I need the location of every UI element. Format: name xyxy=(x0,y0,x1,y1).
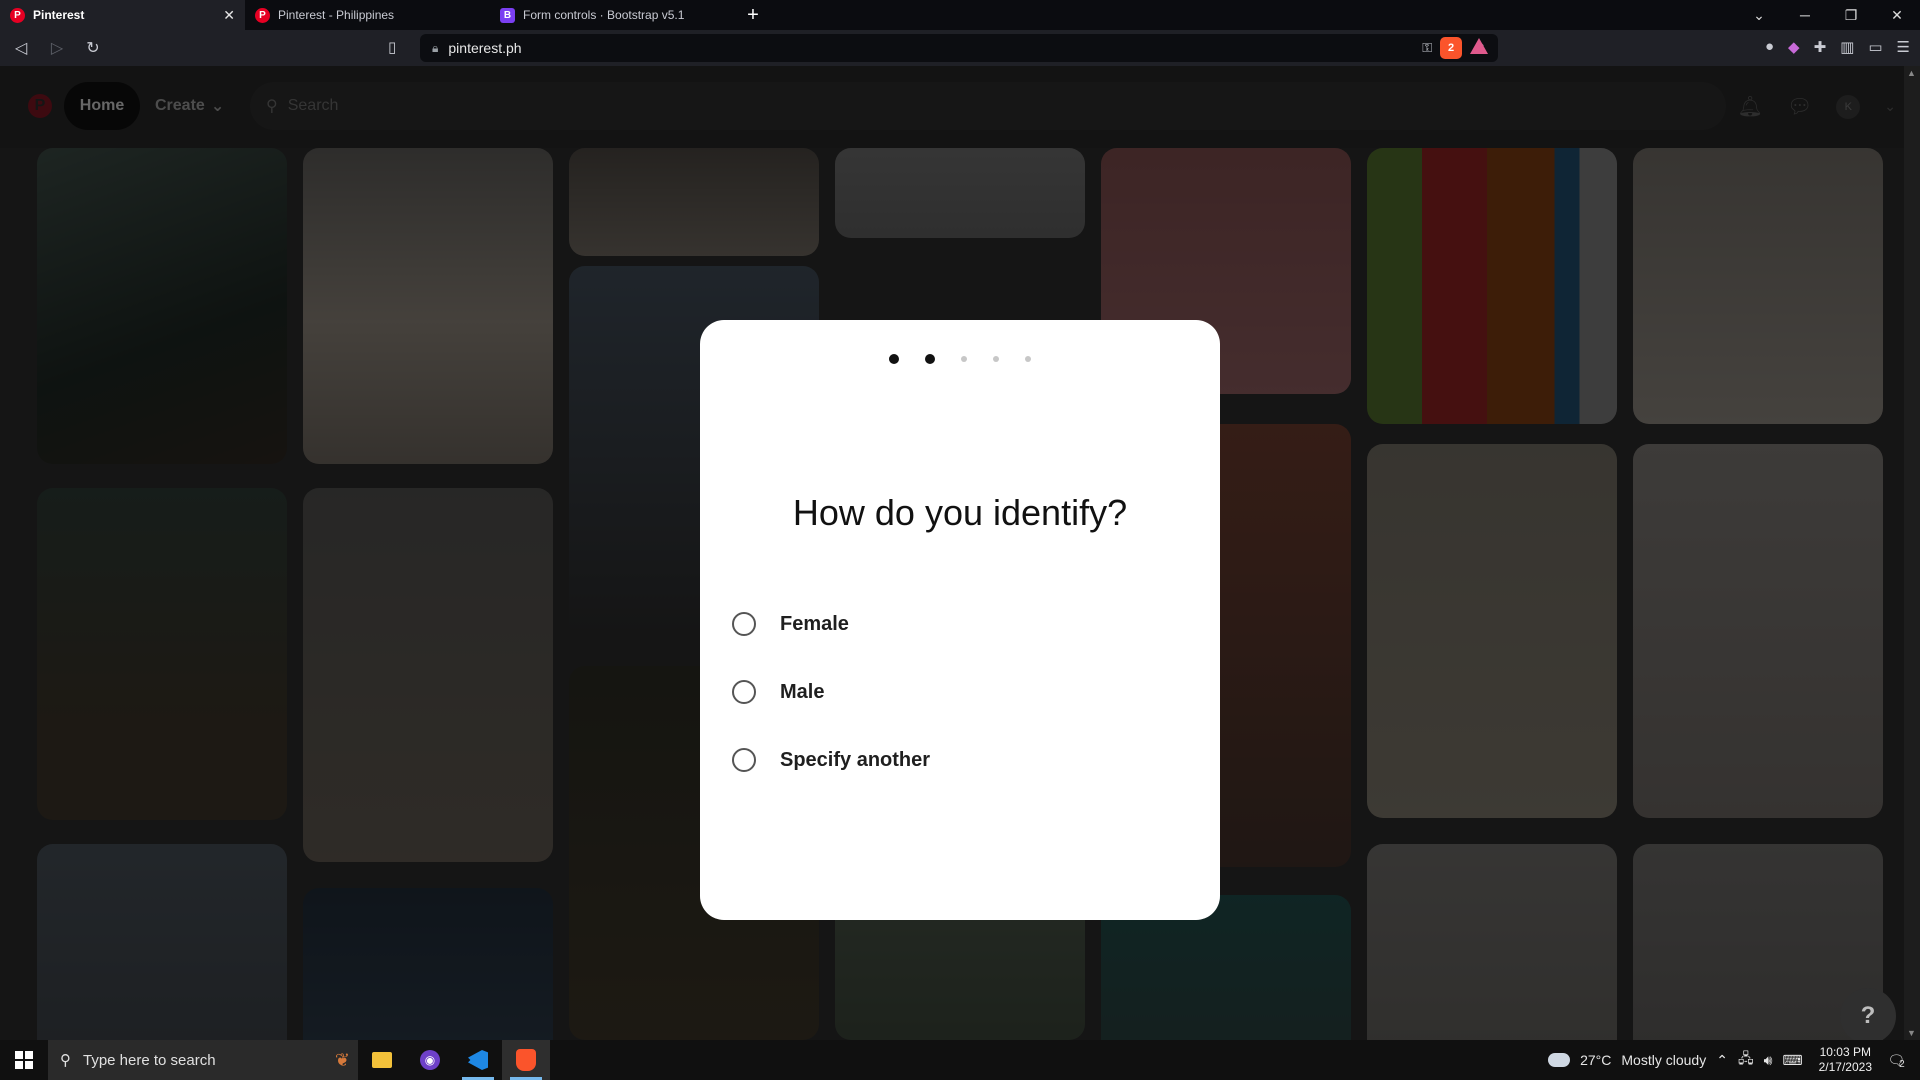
address-bar[interactable]: 🔒︎ pinterest.ph ⚿ ⇩ ⇪ xyxy=(420,34,1498,62)
bootstrap-icon: B xyxy=(500,7,515,23)
github-icon: ◉ xyxy=(420,1050,440,1070)
step-indicator xyxy=(700,354,1220,364)
tab-title: Form controls · Bootstrap v5.1 xyxy=(523,8,685,22)
tab-title: Pinterest - Philippines xyxy=(278,8,395,22)
step-dot xyxy=(889,354,899,364)
forward-icon[interactable]: ▷ xyxy=(42,33,72,63)
bookmark-icon[interactable]: ▯ xyxy=(388,38,396,56)
back-icon[interactable]: ◁ xyxy=(6,33,36,63)
notifications-button[interactable]: 🗨︎ 2 xyxy=(1882,1046,1910,1074)
pinterest-icon: P xyxy=(10,7,25,23)
shield-count: 2 xyxy=(1447,42,1455,54)
option-male[interactable]: Male xyxy=(732,658,930,726)
vscode-icon xyxy=(468,1050,488,1070)
window-controls: ⌄ ─ ❐ ✕ xyxy=(1736,0,1920,30)
radio-button[interactable] xyxy=(732,748,756,772)
brave-shields-icon[interactable]: 2 xyxy=(1440,37,1462,59)
keyboard-icon[interactable]: ⌨ xyxy=(1782,1052,1802,1069)
extensions-area: ● ◆ ✚ ▥ ▭ ☰ xyxy=(1765,38,1910,56)
file-explorer-button[interactable] xyxy=(358,1040,406,1080)
option-label: Male xyxy=(780,680,825,703)
vscode-button[interactable] xyxy=(454,1040,502,1080)
brave-button[interactable] xyxy=(502,1040,550,1080)
taskbar: ⚲ Type here to search ❦ ◉ 27°C Mostly cl… xyxy=(0,1040,1920,1080)
gender-options: Female Male Specify another xyxy=(732,590,930,794)
color-extension-icon[interactable]: ◆ xyxy=(1788,38,1800,56)
start-button[interactable] xyxy=(0,1040,48,1080)
option-female[interactable]: Female xyxy=(732,590,930,658)
brave-rewards-icon[interactable] xyxy=(1470,38,1488,54)
pinterest-icon: P xyxy=(255,7,270,23)
scroll-up-icon[interactable]: ▲ xyxy=(1907,68,1916,78)
windows-logo-icon xyxy=(15,1051,33,1069)
brave-icon xyxy=(516,1049,536,1071)
weather-temp[interactable]: 27°C xyxy=(1580,1052,1611,1068)
url-text: pinterest.ph xyxy=(448,40,522,56)
tab-pinterest-philippines[interactable]: P Pinterest - Philippines xyxy=(245,0,490,30)
step-dot xyxy=(961,356,967,362)
date: 2/17/2023 xyxy=(1818,1060,1872,1074)
weather-desc[interactable]: Mostly cloudy xyxy=(1621,1052,1706,1068)
notification-count: 2 xyxy=(1899,1058,1905,1070)
radio-button[interactable] xyxy=(732,680,756,704)
reload-icon[interactable]: ↻ xyxy=(78,33,108,63)
folder-icon xyxy=(372,1052,392,1068)
step-dot xyxy=(993,356,999,362)
minimize-icon[interactable]: ─ xyxy=(1782,0,1828,30)
new-tab-button[interactable]: + xyxy=(735,0,771,30)
scrollbar[interactable]: ▲ ▼ xyxy=(1904,66,1920,1040)
help-label: ? xyxy=(1860,1002,1876,1029)
menu-icon[interactable]: ☰ xyxy=(1897,38,1910,56)
option-label: Female xyxy=(780,612,849,635)
scroll-down-icon[interactable]: ▼ xyxy=(1907,1028,1916,1038)
restore-icon[interactable]: ❐ xyxy=(1828,0,1874,30)
tab-bootstrap[interactable]: B Form controls · Bootstrap v5.1 xyxy=(490,0,735,30)
search-icon: ⚲ xyxy=(60,1052,71,1069)
onboarding-modal: How do you identify? Female Male Specify… xyxy=(700,320,1220,920)
help-button[interactable]: ? xyxy=(1840,988,1896,1040)
key-icon[interactable]: ⚿ xyxy=(1422,40,1432,56)
option-label: Specify another xyxy=(780,748,931,771)
close-tab-icon[interactable]: ✕ xyxy=(223,7,235,24)
chevron-up-icon[interactable]: ⌃ xyxy=(1716,1052,1728,1069)
step-dot xyxy=(1025,356,1031,362)
radio-button[interactable] xyxy=(732,612,756,636)
wallet-icon[interactable]: ▭ xyxy=(1868,38,1882,56)
lock-icon: 🔒︎ xyxy=(432,40,439,55)
time: 10:03 PM xyxy=(1819,1045,1871,1059)
clock[interactable]: 10:03 PM 2/17/2023 xyxy=(1819,1045,1872,1075)
tab-title: Pinterest xyxy=(33,8,85,22)
search-highlight-icon: ❦ xyxy=(334,1049,350,1070)
network-icon[interactable]: 🖧︎ xyxy=(1738,1048,1754,1072)
extension-icon[interactable]: ● xyxy=(1765,38,1774,56)
close-window-icon[interactable]: ✕ xyxy=(1874,0,1920,30)
modal-question: How do you identify? xyxy=(792,492,1128,533)
taskbar-search[interactable]: ⚲ Type here to search ❦ xyxy=(48,1040,358,1080)
github-desktop-button[interactable]: ◉ xyxy=(406,1040,454,1080)
puzzle-icon[interactable]: ✚ xyxy=(1814,38,1827,56)
tab-pinterest[interactable]: P Pinterest ✕ xyxy=(0,0,245,30)
option-specify-another[interactable]: Specify another xyxy=(732,726,930,794)
browser-tab-bar: P Pinterest ✕ P Pinterest - Philippines … xyxy=(0,0,1920,30)
browser-toolbar: ◁ ▷ ↻ ▯ 🔒︎ pinterest.ph ⚿ ⇩ ⇪ 2 ● ◆ ✚ ▥ … xyxy=(0,30,1920,66)
tab-search-icon[interactable]: ⌄ xyxy=(1736,0,1782,30)
system-tray: 27°C Mostly cloudy ⌃ 🖧︎ 🔊︎ ⌨ 10:03 PM 2/… xyxy=(1544,1045,1920,1075)
weather-cloud-icon xyxy=(1544,1047,1571,1067)
volume-icon[interactable]: 🔊︎ xyxy=(1764,1052,1773,1069)
step-dot xyxy=(925,354,935,364)
pinterest-page: P Home Create ⌄ ⚲ Search 🔔︎ 💬︎ K ⌄ ▲ ▼ ?… xyxy=(0,66,1920,1040)
sidebar-icon[interactable]: ▥ xyxy=(1840,38,1854,56)
taskbar-search-placeholder: Type here to search xyxy=(83,1051,216,1069)
